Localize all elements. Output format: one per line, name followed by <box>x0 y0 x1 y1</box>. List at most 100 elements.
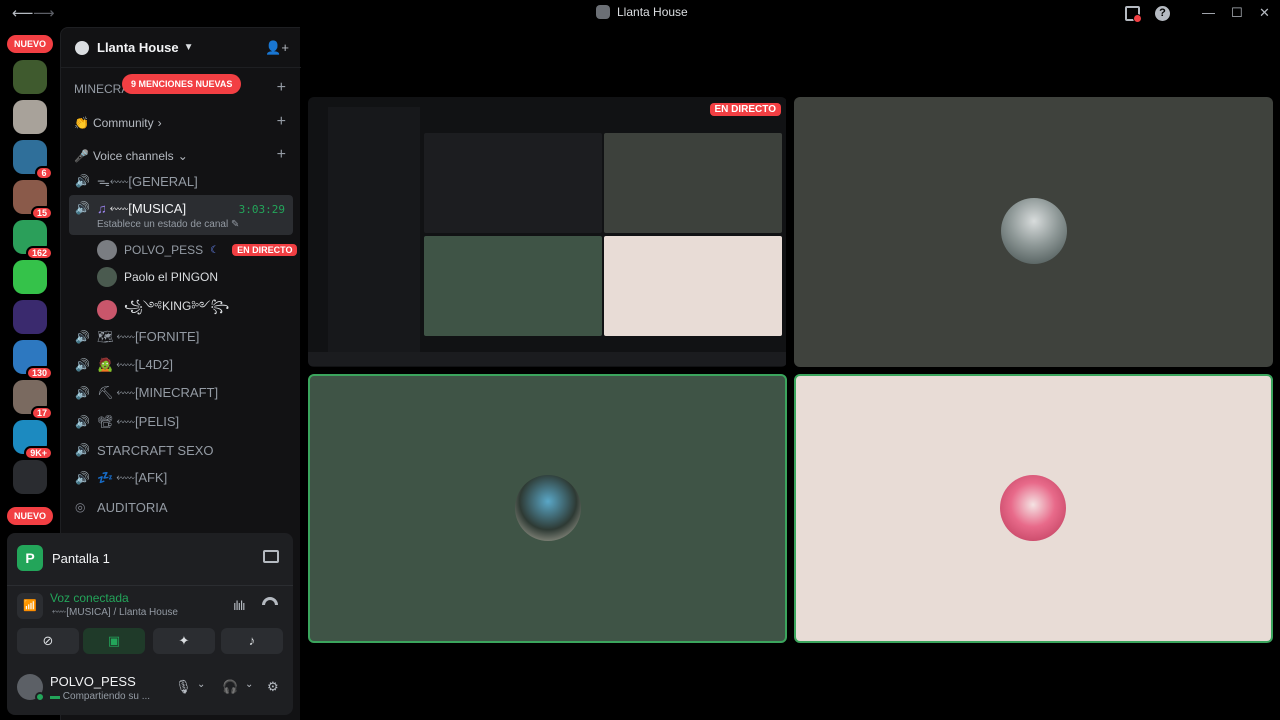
close-button[interactable]: ✕ <box>1259 5 1270 21</box>
voice-channel-fornite[interactable]: 🔊 🗺 ⬳[FORNITE] <box>69 324 293 350</box>
participant-tile[interactable] <box>794 97 1273 367</box>
guild-header[interactable]: Llanta House ▼ 👤+ <box>61 28 301 68</box>
new-badge-bottom[interactable]: NUEVO <box>7 507 53 525</box>
voice-location[interactable]: ⬳[MUSICA] / Llanta House <box>52 607 178 618</box>
voice-channel-general[interactable]: 🔊 ᯓ⬳[GENERAL] <box>69 168 293 194</box>
soundboard-button[interactable]: ♪ <box>221 628 283 654</box>
server-icon[interactable] <box>13 60 47 94</box>
server-icon[interactable]: 17 <box>13 380 53 420</box>
disconnect-icon[interactable] <box>262 597 278 605</box>
maximize-button[interactable]: ☐ <box>1231 5 1243 21</box>
voice-channel-musica[interactable]: 🔊 ♫ ⬳[MUSICA] 3:03:29 Establece un estad… <box>69 195 293 235</box>
help-icon[interactable]: ? <box>1155 6 1170 21</box>
channel-name: AUDITORIA <box>97 499 168 515</box>
add-channel-icon[interactable]: + <box>277 146 286 164</box>
server-icon[interactable] <box>13 300 47 334</box>
voice-channel-l4d2[interactable]: 🔊 🧟 ⬳[L4D2] <box>69 352 293 378</box>
channel-status[interactable]: Establece un estado de canal ✎ <box>97 219 239 230</box>
arrow-right-icon[interactable]: ⟶ <box>33 4 55 22</box>
voice-channel-pelis[interactable]: 🔊 📽 ⬳[PELIS] <box>69 409 293 435</box>
sleep-icon: 💤 <box>97 470 114 485</box>
chevron-down-icon[interactable]: ⌄ <box>197 679 205 690</box>
voice-stage: EN DIRECTO <box>301 27 1280 720</box>
server-icon[interactable]: 6 <box>13 140 53 180</box>
chevron-right-icon: › <box>157 116 162 130</box>
stream-tile[interactable]: EN DIRECTO <box>308 97 787 367</box>
speaker-icon: 🔊 <box>75 415 90 429</box>
server-icon <box>75 40 89 55</box>
server-icon[interactable]: 15 <box>13 180 53 220</box>
stop-stream-icon[interactable] <box>263 550 279 563</box>
channel-name: ⬳[MUSICA] <box>109 201 187 216</box>
voice-channel-starcraft[interactable]: 🔊 STARCRAFT SEXO <box>69 437 293 463</box>
server-icon[interactable] <box>13 460 47 494</box>
gear-icon[interactable]: ⚙ <box>267 679 279 695</box>
mentions-badge[interactable]: 9 MENCIONES NUEVAS <box>122 74 242 94</box>
avatar <box>97 300 117 320</box>
channel-name: ᯓ⬳[GENERAL] <box>97 174 198 189</box>
arrow-left-icon[interactable]: ⟵ <box>12 4 34 22</box>
live-badge: EN DIRECTO <box>709 103 781 116</box>
headphones-icon[interactable]: 🎧 <box>222 679 238 695</box>
server-icon[interactable] <box>13 260 47 294</box>
microphone-icon: 🎤 <box>74 149 89 163</box>
server-icon[interactable] <box>13 100 47 134</box>
category-voice[interactable]: 🎤 Voice channels ⌄ <box>74 149 188 163</box>
window-title: Llanta House <box>596 5 688 19</box>
map-icon: 🗺 <box>97 329 114 344</box>
speaker-icon: 🔊 <box>75 174 90 188</box>
speaker-icon: 🔊 <box>75 443 90 457</box>
channel-name: ⬳[AFK] <box>116 470 168 485</box>
preview-tile <box>604 133 782 233</box>
avatar <box>515 475 581 541</box>
preview-tile <box>424 236 602 336</box>
stage-channel-auditoria[interactable]: ◎ AUDITORIA <box>69 494 293 520</box>
microphone-icon[interactable]: 🎙 <box>175 679 192 695</box>
activities-button[interactable]: ✦ <box>153 628 215 654</box>
voice-user[interactable]: ꧁༺KING༻꧂ <box>97 293 229 327</box>
live-badge: EN DIRECTO <box>232 244 298 256</box>
signal-icon[interactable]: 📶 <box>17 593 43 619</box>
category-community[interactable]: 👏 Community › <box>74 116 162 130</box>
screen-share-label: Pantalla 1 <box>52 550 110 566</box>
inbox-icon[interactable] <box>1125 6 1142 23</box>
category-label: Community <box>92 116 154 130</box>
server-avatar-icon <box>596 5 610 19</box>
user-status: ▬ Compartiendo su ... <box>50 691 150 702</box>
voice-status[interactable]: Voz conectada <box>50 591 129 605</box>
clap-icon: 👏 <box>74 116 89 130</box>
add-channel-icon[interactable]: + <box>277 79 286 97</box>
participant-tile[interactable] <box>308 374 787 643</box>
speaker-icon: 🔊 <box>75 386 90 400</box>
noise-suppression-icon[interactable]: ılılı <box>233 598 246 613</box>
avatar <box>97 240 117 260</box>
server-icon[interactable]: 9K+ <box>13 420 53 460</box>
voice-channel-minecraft[interactable]: 🔊 ⛏ ⬳[MINECRAFT] <box>69 380 293 406</box>
preview-taskbar <box>308 352 786 366</box>
new-badge-top[interactable]: NUEVO <box>7 35 53 53</box>
mention-count-badge: 6 <box>35 166 53 180</box>
stream-button[interactable]: ▣ <box>83 628 145 654</box>
server-icon[interactable]: 130 <box>13 340 53 380</box>
participant-tile[interactable] <box>794 374 1273 643</box>
add-channel-icon[interactable]: + <box>277 113 286 131</box>
invite-member-icon[interactable]: 👤+ <box>265 40 289 56</box>
user-status-text: Compartiendo su ... <box>62 691 151 702</box>
voice-user[interactable]: POLVO_PESS ☾ EN DIRECTO <box>97 240 298 260</box>
channel-name: ⬳[FORNITE] <box>116 329 200 344</box>
chevron-down-icon[interactable]: ⌄ <box>245 679 253 690</box>
server-icon[interactable]: 162 <box>13 220 53 260</box>
minimize-button[interactable]: — <box>1202 5 1215 20</box>
chevron-down-icon: ⌄ <box>177 149 188 163</box>
music-note-icon: ♫ <box>97 201 107 216</box>
mention-count-badge: 15 <box>30 206 53 220</box>
voice-channel-afk[interactable]: 🔊 💤 ⬳[AFK] <box>69 465 293 491</box>
window-title-text: Llanta House <box>617 5 688 19</box>
screen-share-row: P Pantalla 1 <box>17 545 110 571</box>
avatar <box>1000 475 1066 541</box>
voice-user[interactable]: Paolo el PINGON <box>97 267 218 287</box>
username[interactable]: POLVO_PESS <box>50 674 136 689</box>
speaker-icon: 🔊 <box>75 358 90 372</box>
camera-off-button[interactable]: ⊘ <box>17 628 79 654</box>
stream-preview <box>308 97 786 367</box>
